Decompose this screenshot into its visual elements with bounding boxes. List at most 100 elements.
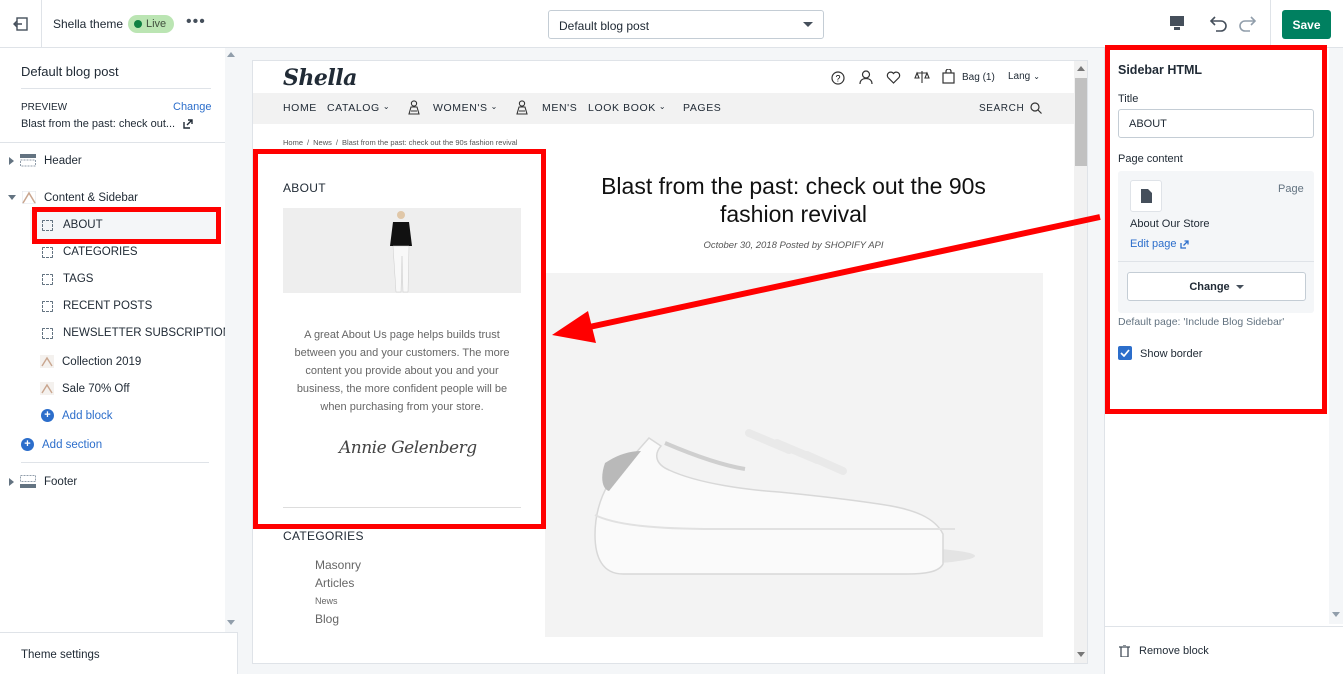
block-icon	[42, 327, 53, 339]
live-label: Live	[146, 18, 167, 30]
plus-icon: +	[41, 409, 54, 422]
block-icon	[42, 246, 53, 258]
breadcrumb: Home / News / Blast from the past: check o…	[283, 138, 517, 147]
live-badge: Live	[128, 15, 175, 33]
image-block-icon	[40, 355, 54, 368]
chevron-down-icon: ⌄	[490, 102, 498, 111]
block-sale[interactable]: Sale 70% Off	[40, 382, 130, 395]
add-block-button[interactable]: + Add block	[41, 409, 113, 422]
block-categories[interactable]: CATEGORIES	[42, 246, 138, 258]
bag-count[interactable]: Bag (1)	[962, 72, 995, 83]
preview-scrollbar[interactable]	[1074, 61, 1087, 663]
divider	[0, 142, 238, 143]
wishlist-heart-icon[interactable]	[886, 71, 901, 84]
external-link-icon[interactable]	[183, 119, 193, 129]
trash-icon	[1119, 645, 1130, 657]
nav-catalog[interactable]: CATALOG ⌄	[327, 102, 390, 114]
annotation-arrow	[552, 214, 1101, 343]
expand-icon[interactable]	[9, 477, 14, 486]
change-preview-link[interactable]: Change	[173, 101, 212, 113]
footer-section-icon	[20, 475, 36, 488]
save-button[interactable]: Save	[1282, 10, 1331, 39]
nav-pages[interactable]: PAGES	[683, 102, 721, 114]
sidebar-categories-title: CATEGORIES	[283, 529, 364, 543]
block-label: RECENT POSTS	[63, 300, 153, 312]
add-section-label: Add section	[42, 438, 103, 451]
nav-catalog-label: CATALOG	[327, 102, 380, 114]
scroll-up-icon[interactable]	[1077, 66, 1085, 71]
scroll-down-icon[interactable]	[227, 620, 235, 625]
section-content-sidebar[interactable]: Content & Sidebar	[8, 191, 138, 204]
block-tags[interactable]: TAGS	[42, 273, 93, 285]
category-news[interactable]: News	[315, 596, 338, 606]
block-label: CATEGORIES	[63, 246, 138, 258]
template-select-value: Default blog post	[559, 19, 650, 33]
more-actions-button[interactable]: •••	[186, 13, 206, 31]
section-header[interactable]: Header	[9, 154, 82, 167]
scroll-down-icon[interactable]	[1332, 612, 1340, 617]
women-figure-icon	[408, 100, 420, 115]
nav-look-book[interactable]: LOOK BOOK ⌄	[588, 102, 666, 114]
plus-icon: +	[21, 438, 34, 451]
divider	[21, 462, 209, 463]
lang-label: Lang	[1008, 71, 1031, 82]
breadcrumb-current: Blast from the past: check out the 90s f…	[341, 138, 518, 147]
category-blog[interactable]: Blog	[315, 612, 339, 626]
annotation-highlight-about-sidebar	[253, 149, 546, 529]
block-label: Collection 2019	[62, 355, 142, 368]
section-footer-label: Footer	[44, 475, 78, 488]
expand-icon[interactable]	[9, 156, 14, 165]
collapse-icon[interactable]	[8, 195, 16, 200]
category-masonry[interactable]: Masonry	[315, 558, 361, 572]
remove-block-button[interactable]: Remove block	[1119, 645, 1209, 657]
compare-scales-icon[interactable]	[914, 70, 930, 84]
breadcrumb-news[interactable]: News	[313, 138, 332, 147]
annotation-highlight-settings-panel	[1105, 45, 1327, 414]
block-recent-posts[interactable]: RECENT POSTS	[42, 300, 152, 312]
scrollbar[interactable]	[1329, 48, 1343, 624]
help-icon[interactable]: ?	[831, 71, 845, 85]
add-section-button[interactable]: + Add section	[21, 438, 102, 451]
redo-icon[interactable]	[1238, 14, 1258, 32]
image-block-icon	[40, 382, 54, 395]
nav-home[interactable]: HOME	[283, 102, 317, 114]
block-label: NEWSLETTER SUBSCRIPTION	[63, 327, 232, 339]
store-search[interactable]: SEARCH	[979, 102, 1043, 114]
remove-block-label: Remove block	[1139, 645, 1209, 657]
language-selector[interactable]: Lang ⌄	[1008, 71, 1040, 82]
category-articles[interactable]: Articles	[315, 576, 354, 590]
nav-womens[interactable]: WOMEN'S ⌄	[433, 102, 498, 114]
chevron-down-icon: ⌄	[658, 102, 667, 111]
breadcrumb-separator: /	[307, 138, 310, 147]
annotation-highlight-about-block	[32, 207, 221, 244]
breadcrumb-separator: /	[335, 138, 338, 147]
chevron-down-icon: ⌄	[1033, 72, 1040, 81]
top-bar: Shella theme Live ••• Default blog post …	[0, 0, 1343, 48]
block-icon	[42, 300, 53, 312]
preview-label: PREVIEW	[21, 102, 68, 113]
exit-button[interactable]	[0, 0, 42, 48]
undo-icon[interactable]	[1208, 14, 1228, 32]
nav-mens[interactable]: MEN'S	[542, 102, 577, 114]
bag-icon[interactable]	[942, 69, 955, 84]
block-label: TAGS	[63, 273, 94, 285]
block-collection-2019[interactable]: Collection 2019	[40, 355, 141, 368]
breadcrumb-home[interactable]: Home	[283, 138, 303, 147]
theme-settings-link[interactable]: Theme settings	[21, 649, 100, 661]
template-select[interactable]: Default blog post	[548, 10, 824, 39]
preview-value-text: Blast from the past: check out...	[21, 118, 176, 130]
block-newsletter[interactable]: NEWSLETTER SUBSCRIPTION	[42, 327, 231, 339]
scrollbar[interactable]	[225, 48, 238, 632]
scroll-thumb[interactable]	[1075, 78, 1087, 166]
section-footer[interactable]: Footer	[9, 475, 77, 488]
desktop-view-icon[interactable]	[1169, 15, 1185, 31]
sidebar-section-icon	[22, 191, 36, 204]
store-logo[interactable]: Shella	[283, 65, 357, 91]
divider	[1105, 626, 1343, 627]
scroll-down-icon[interactable]	[1077, 652, 1085, 657]
add-block-label: Add block	[62, 409, 113, 422]
account-icon[interactable]	[859, 70, 873, 85]
scroll-up-icon[interactable]	[227, 52, 235, 57]
nav-look-book-label: LOOK BOOK	[588, 102, 656, 114]
preview-value: Blast from the past: check out...	[21, 118, 193, 130]
